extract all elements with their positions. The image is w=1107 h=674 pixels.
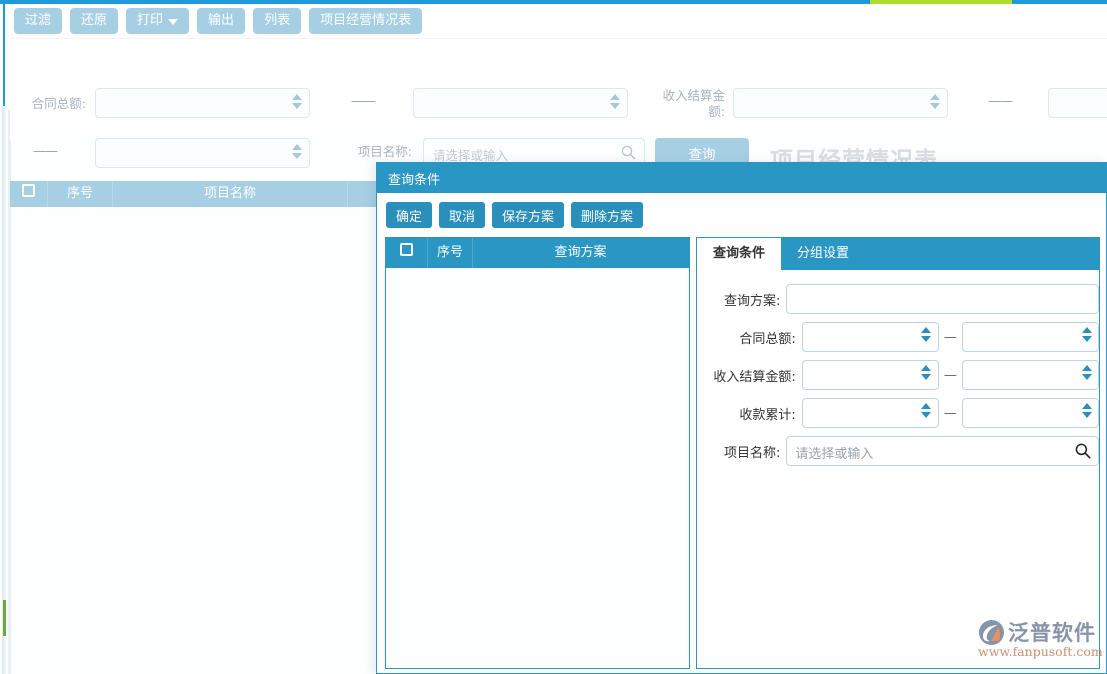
filter-button-label: 过滤 xyxy=(25,8,51,34)
dialog-project-name-placeholder: 请选择或输入 xyxy=(795,443,873,462)
income-settlement-label: 收入结算金额: xyxy=(707,366,802,385)
query-conditions-dialog: 查询条件 确定 取消 保存方案 删除方案 序号 查询方案 xyxy=(376,162,1107,674)
spinner-arrows-icon[interactable] xyxy=(921,365,932,386)
scheme-column-name[interactable]: 查询方案 xyxy=(473,238,688,268)
dialog-title: 查询条件 xyxy=(377,163,1106,193)
checkbox-icon[interactable] xyxy=(400,243,413,256)
report-button-label: 项目经营情况表 xyxy=(320,8,411,34)
tab-group-settings[interactable]: 分组设置 xyxy=(781,238,865,270)
company-logo: 泛普软件 www.fanpusoft.com xyxy=(978,617,1100,667)
spinner-arrows-icon[interactable] xyxy=(1081,403,1092,424)
contract-total-from-input[interactable] xyxy=(95,88,310,118)
left-rail-soft xyxy=(2,106,6,674)
export-button[interactable]: 输出 xyxy=(197,8,245,34)
column-header-seq[interactable]: 序号 xyxy=(48,181,113,207)
dialog-toolbar: 确定 取消 保存方案 删除方案 xyxy=(377,193,1106,237)
spinner-arrows-icon[interactable] xyxy=(929,94,940,114)
spinner-arrows-icon[interactable] xyxy=(291,94,302,114)
restore-button[interactable]: 还原 xyxy=(70,8,118,34)
left-rail-green xyxy=(3,600,6,636)
chevron-down-icon xyxy=(168,19,178,25)
main-toolbar: 过滤 还原 打印 输出 列表 项目经营情况表 xyxy=(10,4,1107,38)
form-row-income-settlement: 收入结算金额: — xyxy=(697,360,1099,390)
scheme-column-seq[interactable]: 序号 xyxy=(428,238,473,268)
left-rail-blue xyxy=(3,0,5,106)
spinner-arrows-icon[interactable] xyxy=(609,94,620,114)
column-header-project-name[interactable]: 项目名称 xyxy=(113,181,348,207)
cancel-button[interactable]: 取消 xyxy=(439,202,485,228)
confirm-button[interactable]: 确定 xyxy=(386,202,432,228)
list-button-label: 列表 xyxy=(264,8,290,34)
income-settle-to-input[interactable] xyxy=(1048,88,1107,118)
contract-total-label: 合同总额: xyxy=(16,96,86,112)
contract-total-label: 合同总额: xyxy=(707,328,802,347)
income-settlement-to-input[interactable] xyxy=(962,360,1099,390)
scheme-table-header: 序号 查询方案 xyxy=(386,238,689,268)
logo-mark-icon xyxy=(978,619,1005,646)
row2-value-input[interactable] xyxy=(95,138,310,168)
list-button[interactable]: 列表 xyxy=(253,8,301,34)
spinner-arrows-icon[interactable] xyxy=(1081,365,1092,386)
spinner-arrows-icon[interactable] xyxy=(1081,327,1092,348)
dialog-body: 序号 查询方案 查询条件 分组设置 查询方案: xyxy=(385,237,1100,669)
receipt-total-from-input[interactable] xyxy=(802,398,939,428)
contract-total-range-dash: —— xyxy=(351,94,375,109)
contract-total-from-input[interactable] xyxy=(802,322,939,352)
spinner-arrows-icon[interactable] xyxy=(291,144,302,164)
conditions-tab-panel: 查询条件 分组设置 查询方案: 合同总额: — xyxy=(696,237,1100,669)
magnifier-icon[interactable] xyxy=(621,145,636,160)
scheme-select-all-cell[interactable] xyxy=(386,238,428,268)
export-button-label: 输出 xyxy=(208,8,234,34)
select-all-checkbox-cell[interactable] xyxy=(10,181,48,207)
application-window: 过滤 还原 打印 输出 列表 项目经营情况表 合同总额: —— 收入结算金额: xyxy=(0,0,1107,674)
form-row-project-name: 项目名称: 请选择或输入 xyxy=(697,436,1099,466)
project-name-label: 项目名称: xyxy=(342,144,412,160)
restore-button-label: 还原 xyxy=(81,8,107,34)
receipt-total-dash: — xyxy=(939,406,962,421)
filter-button[interactable]: 过滤 xyxy=(14,8,62,34)
contract-total-dash: — xyxy=(939,330,962,345)
query-conditions-form: 查询方案: 合同总额: — xyxy=(697,270,1099,668)
form-row-scheme-name: 查询方案: xyxy=(697,284,1099,314)
scheme-name-input[interactable] xyxy=(786,284,1099,314)
income-settlement-from-input[interactable] xyxy=(802,360,939,390)
logo-url: www.fanpusoft.com xyxy=(978,644,1103,659)
scheme-name-label: 查询方案: xyxy=(707,290,786,309)
print-button-label: 打印 xyxy=(137,8,163,34)
form-row-contract-total: 合同总额: — xyxy=(697,322,1099,352)
scheme-table: 序号 查询方案 xyxy=(385,237,690,669)
delete-scheme-button[interactable]: 删除方案 xyxy=(571,202,643,228)
receipt-total-to-input[interactable] xyxy=(962,398,1099,428)
income-settlement-dash: — xyxy=(939,368,962,383)
income-settle-from-input[interactable] xyxy=(733,88,948,118)
form-row-receipt-total: 收款累计: — xyxy=(697,398,1099,428)
dialog-project-name-input[interactable]: 请选择或输入 xyxy=(786,436,1099,466)
income-settle-range-dash: —— xyxy=(988,94,1012,109)
scheme-table-rows xyxy=(386,268,689,668)
spinner-arrows-icon[interactable] xyxy=(921,403,932,424)
filter-bar: 合同总额: —— 收入结算金额: —— —— 项目名称: 请选择或输入 xyxy=(10,39,1107,140)
dialog-project-name-label: 项目名称: xyxy=(707,442,786,461)
print-button[interactable]: 打印 xyxy=(126,8,189,34)
row2-range-dash: —— xyxy=(33,144,57,159)
logo-company-name: 泛普软件 xyxy=(1008,617,1096,647)
magnifier-icon[interactable] xyxy=(1075,443,1091,459)
tab-strip: 查询条件 分组设置 xyxy=(697,238,1099,270)
contract-total-to-input[interactable] xyxy=(962,322,1099,352)
contract-total-to-input[interactable] xyxy=(413,88,628,118)
checkbox-icon[interactable] xyxy=(22,184,35,197)
save-scheme-button[interactable]: 保存方案 xyxy=(492,202,564,228)
receipt-total-label: 收款累计: xyxy=(707,404,802,423)
income-settle-label: 收入结算金额: xyxy=(650,88,725,120)
report-button[interactable]: 项目经营情况表 xyxy=(309,8,422,34)
spinner-arrows-icon[interactable] xyxy=(921,327,932,348)
tab-query-conditions[interactable]: 查询条件 xyxy=(697,238,781,270)
